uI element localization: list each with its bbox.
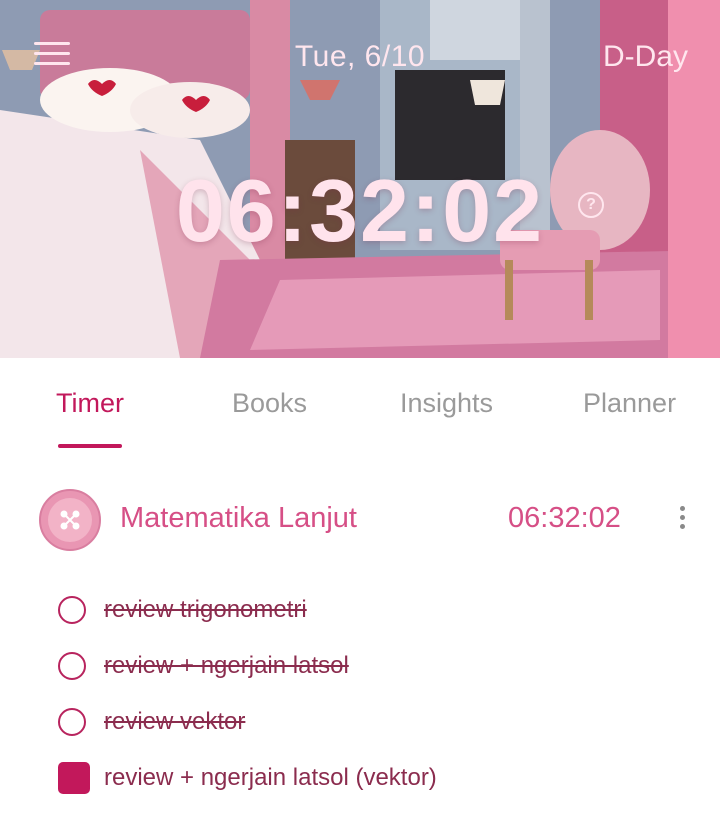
task-item[interactable]: review + ngerjain latsol bbox=[58, 646, 698, 686]
d-day-button[interactable]: D-Day bbox=[603, 40, 688, 74]
task-checkbox[interactable] bbox=[58, 652, 86, 680]
active-tab-indicator bbox=[58, 444, 122, 448]
tab-timer[interactable]: Timer bbox=[56, 388, 124, 419]
task-label: review vektor bbox=[104, 708, 246, 735]
more-options-icon[interactable] bbox=[672, 506, 692, 534]
tab-planner[interactable]: Planner bbox=[583, 388, 676, 419]
task-checkbox[interactable] bbox=[58, 762, 90, 794]
help-icon[interactable]: ? bbox=[578, 192, 604, 218]
task-checkbox[interactable] bbox=[58, 708, 86, 736]
pink-button-icon bbox=[39, 489, 101, 551]
task-label: review trigonometri bbox=[104, 596, 307, 623]
subject-time: 06:32:02 bbox=[508, 502, 621, 534]
subject-name: Matematika Lanjut bbox=[120, 502, 357, 534]
task-item[interactable]: review + ngerjain latsol (vektor) bbox=[58, 758, 698, 798]
header-banner: Tue, 6/10 D-Day 06:32:02 ? bbox=[0, 0, 720, 358]
tab-books[interactable]: Books bbox=[232, 388, 307, 419]
main-timer: 06:32:02 bbox=[175, 161, 545, 260]
tab-insights[interactable]: Insights bbox=[400, 388, 493, 419]
subject-row[interactable]: Matematika Lanjut 06:32:02 bbox=[0, 480, 720, 560]
task-item[interactable]: review vektor bbox=[58, 702, 698, 742]
tab-bar: Timer Books Insights Planner bbox=[0, 358, 720, 454]
task-label: review + ngerjain latsol (vektor) bbox=[104, 764, 437, 791]
task-checkbox[interactable] bbox=[58, 596, 86, 624]
task-item[interactable]: review trigonometri bbox=[58, 590, 698, 630]
task-label: review + ngerjain latsol bbox=[104, 652, 349, 679]
